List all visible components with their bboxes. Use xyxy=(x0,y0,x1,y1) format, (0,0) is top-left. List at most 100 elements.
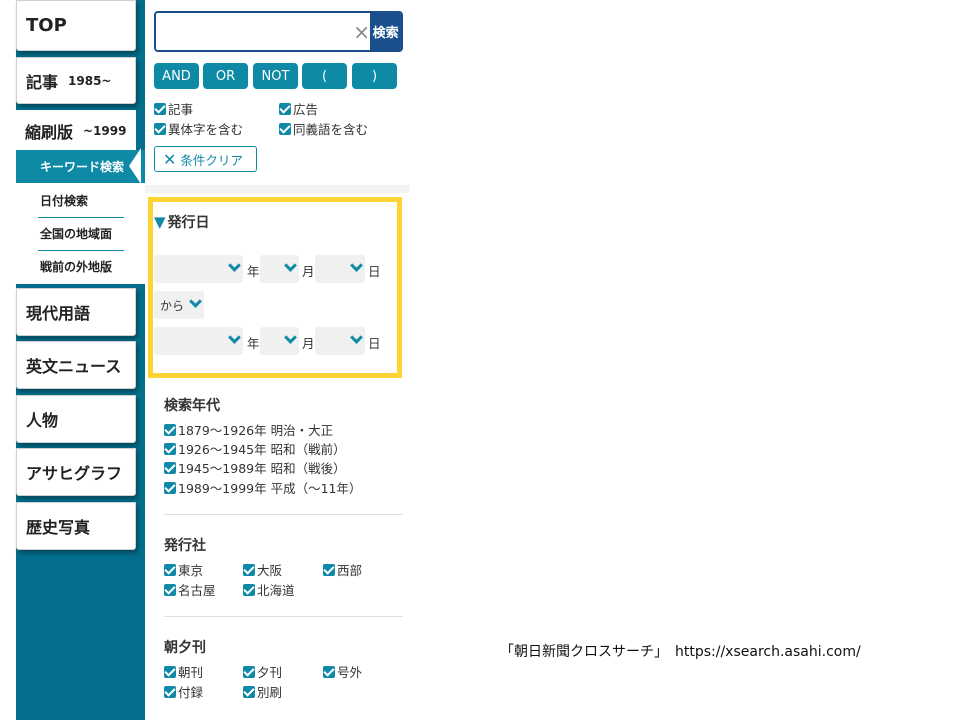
publisher-section-title: 発行社 xyxy=(164,538,206,554)
nav-asahi-graph[interactable]: アサヒグラフ xyxy=(16,448,136,496)
subnav-regional[interactable]: 全国の地域面 xyxy=(16,217,145,250)
option-koukoku[interactable]: 広告 xyxy=(279,99,318,118)
nav-eibun-news[interactable]: 英文ニュース xyxy=(16,341,136,389)
reset-label: 条件クリア xyxy=(180,152,243,168)
chevron-down-icon xyxy=(284,331,297,344)
edition-option[interactable]: 夕刊 xyxy=(243,662,282,681)
month-unit: 月 xyxy=(302,264,315,279)
option-dougigo[interactable]: 同義語を含む xyxy=(279,119,368,138)
or-button[interactable]: OR xyxy=(203,63,248,89)
to-year-select[interactable] xyxy=(154,327,243,355)
nav-kiji[interactable]: 記事 1985~ xyxy=(16,57,136,104)
edition-label: 号外 xyxy=(337,665,363,680)
publisher-label: 北海道 xyxy=(257,583,295,598)
and-button[interactable]: AND xyxy=(154,63,199,89)
to-month-select[interactable] xyxy=(260,327,299,355)
to-day-select[interactable] xyxy=(315,327,365,355)
checkbox-checked-icon[interactable] xyxy=(323,665,335,678)
source-caption: 「朝日新聞クロスサーチ」 https://xsearch.asahi.com/ xyxy=(500,644,861,660)
checkbox-checked-icon[interactable] xyxy=(243,665,255,678)
checkbox-checked-icon[interactable] xyxy=(323,563,335,576)
sidebar: TOP 記事 1985~ 縮刷版 ~1999 キーワード検索 日付検索 全国の地… xyxy=(16,0,145,720)
checkbox-checked-icon[interactable] xyxy=(243,685,255,698)
chevron-down-icon xyxy=(350,259,363,272)
era-option[interactable]: 1879〜1926年 明治・大正 xyxy=(164,420,333,439)
checkbox-checked-icon[interactable] xyxy=(164,461,176,474)
checkbox-checked-icon[interactable] xyxy=(164,665,176,678)
subnav-prewar-overseas[interactable]: 戦前の外地版 xyxy=(16,250,145,283)
publisher-option[interactable]: 大阪 xyxy=(243,560,282,579)
date-title-label: 発行日 xyxy=(167,215,210,231)
search-panel: × 検索 AND OR NOT ( ) 記事 広告 異体字を含む 同義語を含む … xyxy=(145,0,410,720)
checkbox-checked-icon[interactable] xyxy=(164,583,176,596)
edition-section-title: 朝夕刊 xyxy=(164,640,206,656)
edition-option[interactable]: 朝刊 xyxy=(164,662,203,681)
era-label: 1926〜1945年 昭和（戦前） xyxy=(178,442,346,457)
triangle-down-icon: ▼ xyxy=(154,213,166,231)
checkbox-checked-icon[interactable] xyxy=(164,563,176,576)
nav-shukusatsu-label: 縮刷版 xyxy=(25,123,74,142)
not-button[interactable]: NOT xyxy=(253,63,298,89)
date-section-title[interactable]: ▼ 発行日 xyxy=(154,212,210,232)
checkbox-checked-icon[interactable] xyxy=(279,122,291,135)
nav-eibun-label: 英文ニュース xyxy=(26,357,122,376)
clear-icon[interactable]: × xyxy=(353,13,370,50)
range-select[interactable]: から xyxy=(154,291,204,319)
publisher-option[interactable]: 北海道 xyxy=(243,580,295,599)
search-button[interactable]: 検索 xyxy=(370,13,401,50)
subnav-keyword-search[interactable]: キーワード検索 xyxy=(16,150,145,183)
edition-option[interactable]: 付録 xyxy=(164,682,203,701)
from-year-select[interactable] xyxy=(154,255,243,283)
edition-option[interactable]: 別刷 xyxy=(243,682,282,701)
close-paren-button[interactable]: ) xyxy=(352,63,397,89)
nav-asahi-graph-label: アサヒグラフ xyxy=(26,464,123,483)
from-day-select[interactable] xyxy=(315,255,365,283)
option-kiji[interactable]: 記事 xyxy=(154,99,193,118)
checkbox-checked-icon[interactable] xyxy=(154,102,166,115)
section-divider xyxy=(164,514,403,515)
publisher-label: 大阪 xyxy=(257,563,283,578)
subnav-shukusatsu: キーワード検索 日付検索 全国の地域面 戦前の外地版 xyxy=(16,150,145,284)
publisher-label: 西部 xyxy=(337,563,363,578)
option-itaiji[interactable]: 異体字を含む xyxy=(154,119,243,138)
checkbox-checked-icon[interactable] xyxy=(243,583,255,596)
era-label: 1879〜1926年 明治・大正 xyxy=(178,423,334,438)
edition-option[interactable]: 号外 xyxy=(323,662,362,681)
month-unit: 月 xyxy=(302,336,315,351)
nav-gendai-yougo[interactable]: 現代用語 xyxy=(16,288,136,336)
nav-kiji-sub: 1985~ xyxy=(68,73,112,88)
checkbox-checked-icon[interactable] xyxy=(154,122,166,135)
publisher-option[interactable]: 東京 xyxy=(164,560,203,579)
era-option[interactable]: 1989〜1999年 平成（〜11年） xyxy=(164,478,362,497)
day-unit: 日 xyxy=(368,264,381,279)
nav-shukusatsu[interactable]: 縮刷版 ~1999 xyxy=(16,110,136,152)
publisher-option[interactable]: 名古屋 xyxy=(164,580,216,599)
subnav-date-search[interactable]: 日付検索 xyxy=(16,184,145,217)
search-input[interactable] xyxy=(156,13,353,50)
nav-top-label: TOP xyxy=(26,15,67,36)
nav-rekishi-shashin[interactable]: 歴史写真 xyxy=(16,502,136,550)
reset-conditions-button[interactable]: ✕ 条件クリア xyxy=(154,146,257,172)
era-option[interactable]: 1945〜1989年 昭和（戦後） xyxy=(164,458,346,477)
search-box: × 検索 xyxy=(154,11,403,52)
nav-top[interactable]: TOP xyxy=(16,0,136,51)
checkbox-checked-icon[interactable] xyxy=(164,685,176,698)
range-value: から xyxy=(160,299,185,313)
checkbox-checked-icon[interactable] xyxy=(164,442,176,455)
checkbox-checked-icon[interactable] xyxy=(164,481,176,494)
era-option[interactable]: 1926〜1945年 昭和（戦前） xyxy=(164,439,346,458)
edition-label: 朝刊 xyxy=(178,665,204,680)
publisher-option[interactable]: 西部 xyxy=(323,560,362,579)
from-month-select[interactable] xyxy=(260,255,299,283)
nav-jinbutsu[interactable]: 人物 xyxy=(16,395,136,443)
publisher-label: 東京 xyxy=(178,563,204,578)
checkbox-checked-icon[interactable] xyxy=(243,563,255,576)
era-label: 1989〜1999年 平成（〜11年） xyxy=(178,481,362,496)
checkbox-checked-icon[interactable] xyxy=(164,423,176,436)
publisher-label: 名古屋 xyxy=(178,583,216,598)
section-divider xyxy=(145,185,410,193)
option-label: 記事 xyxy=(168,102,194,117)
checkbox-checked-icon[interactable] xyxy=(279,102,291,115)
year-unit: 年 xyxy=(247,336,260,351)
open-paren-button[interactable]: ( xyxy=(302,63,347,89)
